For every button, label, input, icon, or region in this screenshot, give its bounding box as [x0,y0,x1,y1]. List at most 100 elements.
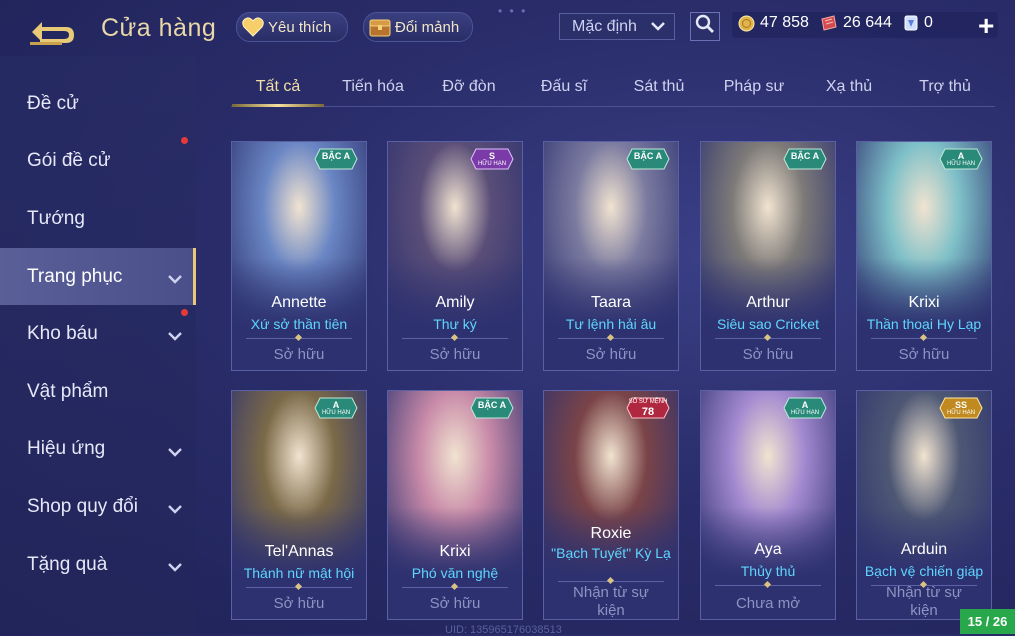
tab-support[interactable]: Trợ thủ [919,78,971,96]
chevron-down-icon [650,18,666,39]
sidebar-item-exchange-shop[interactable]: Shop quy đổi [0,478,196,536]
ownership-status: Sở hữu [273,346,325,363]
tab-mage[interactable]: Pháp sư [724,78,785,96]
skin-name: Xứ sở thần tiên [250,316,348,332]
divider [246,338,352,339]
diamond-currency: 0 [903,14,933,32]
hero-name: Tel'Annas [264,543,334,560]
diamond-value: 0 [924,14,933,31]
skin-card[interactable]: BẬC A Annette Xứ sở thần tiên Sở hữu [231,141,367,371]
divider [558,338,664,339]
hero-name: Krixi [908,294,940,311]
skin-card[interactable]: S HỮU HẠN Amily Thư ký Sở hữu [387,141,523,371]
ownership-status: Sở hữu [742,346,794,363]
voucher-value: 26 644 [843,14,892,31]
skin-name: Bạch vệ chiến giáp [864,563,984,579]
exchange-label: Đổi mảnh [395,18,460,36]
sidebar-item-label: Tướng [27,207,85,229]
category-tabs: Tất cả Tiến hóa Đỡ đòn Đấu sĩ Sát thủ Ph… [231,70,995,107]
skin-card[interactable]: A HỮU HẠN Aya Thủy thủ Chưa mở [700,390,836,620]
skin-card[interactable]: 78 SỐ SỨ MỆNH Roxie "Bạch Tuyết" Kỳ Lạ Nh… [543,390,679,620]
sidebar-item-label: Gói đề cử [27,150,111,172]
exchange-shards-button[interactable]: Đổi mảnh [363,12,473,42]
skin-name: Thủy thủ [740,563,796,579]
treasure-chest-icon [368,15,392,39]
favorites-button[interactable]: Yêu thích [236,12,348,42]
sidebar-item-heroes[interactable]: Tướng [0,190,196,248]
sidebar-item-label: Hiệu ứng [27,438,106,460]
sidebar-item-label: Shop quy đổi [27,495,138,517]
sidebar-item-recommended-packs[interactable]: Gói đề cử [0,133,196,191]
search-button[interactable] [690,12,720,41]
hero-name: Arthur [746,294,790,311]
tier-badge: BẬC A [470,397,514,419]
sidebar-item-items[interactable]: Vật phẩm [0,363,196,421]
ownership-status: Nhận từ sự kiện [573,584,649,619]
voucher-currency: 26 644 [820,14,892,32]
tab-fighter[interactable]: Đấu sĩ [541,78,587,96]
page-title: Cửa hàng [101,14,217,42]
sort-value: Mặc định [572,17,637,35]
heart-icon [241,15,265,39]
divider [402,338,508,339]
tab-marksman[interactable]: Xạ thủ [826,78,872,96]
skin-card[interactable]: SS HỮU HẠN Arduin Bạch vệ chiến giáp Nhận… [856,390,992,620]
chevron-down-icon [167,557,183,579]
skin-card[interactable]: A HỮU HẠN Tel'Annas Thánh nữ mật hội Sở h… [231,390,367,620]
tier-badge: A HỮU HẠN [314,397,358,419]
sidebar: Đề cử Gói đề cử Tướng Trang phục Kho báu… [0,75,196,593]
divider [715,585,821,586]
sidebar-item-label: Vật phẩm [27,380,109,402]
skin-card[interactable]: BẬC A Taara Tư lệnh hải âu Sở hữu [543,141,679,371]
sidebar-item-skins[interactable]: Trang phục [0,247,196,306]
sidebar-item-label: Kho báu [27,323,98,345]
notification-dot [181,309,188,317]
ownership-status: Sở hữu [898,346,950,363]
tab-evolution[interactable]: Tiến hóa [342,78,404,96]
search-icon [695,14,715,39]
hero-name: Amily [435,294,475,311]
chevron-down-icon [167,499,183,521]
gold-value: 47 858 [760,14,809,31]
tab-tank[interactable]: Đỡ đòn [442,78,495,96]
voucher-icon [820,15,838,31]
tier-badge: A HỮU HẠN [783,397,827,419]
ownership-status: Sở hữu [273,595,325,612]
skin-card[interactable]: BẬC A Krixi Phó văn nghệ Sở hữu [387,390,523,620]
skin-name: "Bạch Tuyết" Kỳ Lạ [551,545,671,561]
chevron-down-icon [167,442,183,464]
skin-card[interactable]: BẬC A Arthur Siêu sao Cricket Sở hữu [700,141,836,371]
ownership-status: Sở hữu [429,346,481,363]
tier-badge: 78 SỐ SỨ MỆNH [626,397,670,419]
hero-name: Taara [590,294,632,311]
hero-name: Annette [271,294,327,311]
ownership-status: Chưa mở [735,595,801,612]
hero-name: Roxie [590,525,632,542]
sort-dropdown[interactable]: Mặc định [559,13,675,40]
tab-all[interactable]: Tất cả [256,78,300,96]
hero-name: Arduin [900,541,948,558]
skin-name: Thánh nữ mật hội [243,565,355,581]
sidebar-item-label: Trang phục [27,265,123,287]
skin-name: Tư lệnh hải âu [565,316,657,332]
gold-coin-icon [738,15,755,32]
sidebar-item-treasure[interactable]: Kho báu [0,305,196,363]
top-bar: Cửa hàng Yêu thích Đổi mảnh • • • Mặc đị… [0,0,1015,56]
skin-card[interactable]: A HỮU HẠN Krixi Thần thoại Hy Lạp Sở hữu [856,141,992,371]
divider [402,587,508,588]
sidebar-item-gifts[interactable]: Tặng quà [0,536,196,594]
tier-badge: SS HỮU HẠN [939,397,983,419]
divider [715,338,821,339]
diamond-icon [903,14,919,32]
sidebar-item-label: Đề cử [27,92,79,114]
sidebar-item-recommended[interactable]: Đề cử [0,75,196,133]
back-arrow-icon[interactable] [26,16,80,48]
skin-name: Thần thoại Hy Lạp [866,316,982,332]
tier-badge: A HỮU HẠN [939,148,983,170]
divider [246,587,352,588]
sidebar-item-effects[interactable]: Hiệu ứng [0,421,196,479]
hero-name: Aya [754,541,782,558]
add-currency-button[interactable]: + [978,10,994,42]
sidebar-item-label: Tặng quà [27,553,108,575]
tab-assassin[interactable]: Sát thủ [634,78,685,96]
